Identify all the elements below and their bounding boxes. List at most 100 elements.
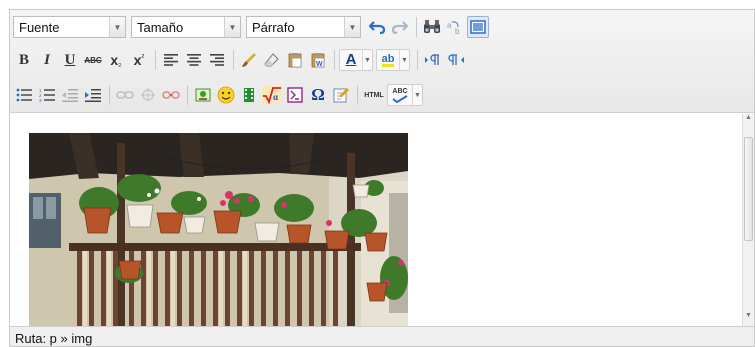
insert-image-button[interactable]	[192, 84, 214, 106]
toolbar-separator	[187, 85, 188, 105]
eraser-icon	[264, 53, 279, 67]
unlink-button[interactable]	[160, 84, 182, 106]
editor-toolbar: Fuente ▼ Tamaño ▼ Párrafo ▼ ab B I U ABC…	[10, 10, 754, 113]
align-center-icon	[187, 54, 201, 66]
font-color-letter: A	[345, 51, 357, 68]
svg-text:a: a	[447, 21, 452, 30]
italic-button[interactable]: I	[36, 49, 58, 71]
image-icon	[195, 88, 211, 102]
redo-button[interactable]	[389, 16, 411, 38]
redo-icon	[392, 21, 408, 34]
anchor-button[interactable]	[137, 84, 159, 106]
chevron-down-icon[interactable]: ▼	[362, 50, 372, 70]
superscript-button[interactable]: x²	[128, 49, 150, 71]
clipboard-icon	[288, 53, 302, 68]
rtl-button[interactable]	[445, 49, 467, 71]
clipboard-word-icon: W	[311, 53, 325, 68]
toolbar-separator	[357, 85, 358, 105]
chevron-down-icon: ▼	[344, 17, 360, 37]
align-center-button[interactable]	[183, 49, 205, 71]
numbered-list-button[interactable]: 123	[36, 84, 58, 106]
vertical-scrollbar[interactable]: ▲ ▼	[742, 114, 754, 326]
square-root-icon: α	[262, 86, 282, 104]
balcony-photo-image	[29, 133, 408, 326]
special-char-button[interactable]: Ω	[307, 84, 329, 106]
fullscreen-button[interactable]	[467, 16, 489, 38]
scroll-up-icon[interactable]: ▲	[743, 114, 754, 128]
outdent-button[interactable]	[59, 84, 81, 106]
undo-button[interactable]	[366, 16, 388, 38]
paste-button[interactable]	[284, 49, 306, 71]
paste-word-button[interactable]: W	[307, 49, 329, 71]
emoticon-button[interactable]	[215, 84, 237, 106]
highlight-color-split-button[interactable]: ab ▼	[376, 49, 410, 71]
link-button[interactable]	[114, 84, 136, 106]
unlink-icon	[162, 91, 180, 99]
font-family-select[interactable]: Fuente ▼	[13, 16, 126, 38]
undo-icon	[369, 21, 385, 34]
toolbar-separator	[416, 17, 417, 37]
spellcheck-letters: ABC	[392, 87, 408, 95]
svg-text:b: b	[455, 27, 460, 35]
align-right-icon	[210, 54, 224, 66]
superscript-mark: ²	[141, 52, 145, 62]
inserted-box-icon	[287, 87, 303, 103]
highlight-letters: ab	[381, 52, 395, 67]
highlight-color-button[interactable]: ab	[377, 49, 399, 71]
template-button[interactable]	[330, 84, 352, 106]
spellcheck-split-button[interactable]: ABC ▼	[387, 84, 423, 106]
binoculars-icon	[424, 20, 440, 33]
chevron-down-icon: ▼	[109, 17, 125, 37]
right-to-left-icon	[448, 54, 464, 65]
strikethrough-button[interactable]: ABC	[82, 49, 104, 71]
spellcheck-button[interactable]: ABC	[388, 84, 412, 106]
indent-button[interactable]	[82, 84, 104, 106]
svg-text:3: 3	[39, 98, 42, 102]
toolbar-separator	[155, 50, 156, 70]
scroll-down-icon[interactable]: ▼	[743, 312, 754, 326]
paintbrush-icon	[242, 53, 256, 67]
edit-document-icon	[333, 88, 349, 103]
film-strip-icon	[244, 88, 254, 102]
eraser-button[interactable]	[261, 49, 283, 71]
replace-button[interactable]: ab	[444, 16, 466, 38]
font-size-value: Tamaño	[137, 20, 184, 35]
align-right-button[interactable]	[206, 49, 228, 71]
subscript-x: x	[110, 52, 119, 68]
status-bar: Ruta: p » img	[10, 326, 754, 346]
element-path: Ruta: p » img	[15, 331, 93, 346]
scrollbar-thumb[interactable]	[744, 137, 753, 241]
toolbar-row-3: 123 α Ω HTML ABC ▼	[13, 82, 426, 108]
bold-button[interactable]: B	[13, 49, 35, 71]
subscript-button[interactable]: x₂	[105, 49, 127, 71]
toolbar-row-2: B I U ABC x₂ x² W A ▼ ab ▼	[13, 47, 468, 73]
anchor-icon	[141, 88, 155, 102]
svg-text:α: α	[273, 92, 278, 102]
clean-format-button[interactable]	[238, 49, 260, 71]
font-color-button[interactable]: A	[340, 49, 362, 71]
align-left-button[interactable]	[160, 49, 182, 71]
chevron-down-icon[interactable]: ▼	[399, 50, 409, 70]
find-button[interactable]	[421, 16, 443, 38]
equation-button[interactable]: α	[261, 84, 283, 106]
smiley-icon	[217, 86, 235, 104]
bullet-list-button[interactable]	[13, 84, 35, 106]
underline-button[interactable]: U	[59, 49, 81, 71]
toolbar-separator	[417, 50, 418, 70]
align-left-icon	[164, 54, 178, 66]
chevron-down-icon[interactable]: ▼	[412, 85, 422, 105]
font-family-value: Fuente	[19, 20, 60, 35]
toolbar-separator	[233, 50, 234, 70]
editor-content-area[interactable]	[10, 114, 744, 326]
rich-text-editor: Fuente ▼ Tamaño ▼ Párrafo ▼ ab B I U ABC…	[9, 9, 755, 347]
media-button[interactable]	[238, 84, 260, 106]
ltr-button[interactable]	[422, 49, 444, 71]
svg-text:W: W	[316, 61, 323, 68]
font-color-split-button[interactable]: A ▼	[339, 49, 373, 71]
font-size-select[interactable]: Tamaño ▼	[131, 16, 241, 38]
html-source-button[interactable]: HTML	[362, 84, 386, 106]
content-image[interactable]	[29, 133, 408, 326]
special-box-button[interactable]	[284, 84, 306, 106]
paragraph-format-select[interactable]: Párrafo ▼	[246, 16, 361, 38]
toolbar-row-1: Fuente ▼ Tamaño ▼ Párrafo ▼ ab	[13, 14, 490, 40]
